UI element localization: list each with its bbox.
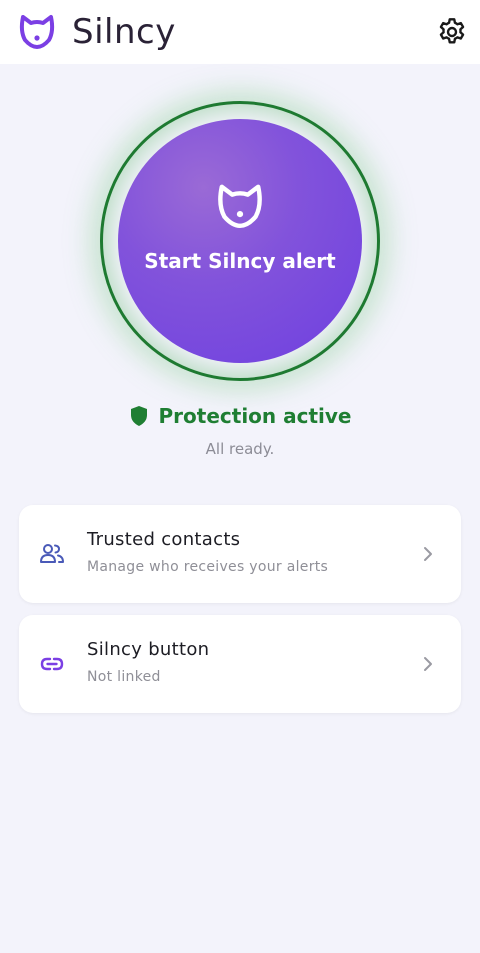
settings-button[interactable] bbox=[436, 16, 468, 48]
start-alert-button[interactable]: Start Silncy alert bbox=[118, 119, 362, 363]
card-title: Trusted contacts bbox=[87, 529, 241, 550]
chevron-right-icon bbox=[424, 547, 432, 561]
gear-icon bbox=[439, 18, 465, 44]
protection-status: Protection active bbox=[0, 404, 480, 434]
card-subtitle: Manage who receives your alerts bbox=[87, 559, 329, 575]
app-title: Silncy bbox=[72, 12, 176, 52]
alert-button-label: Start Silncy alert bbox=[144, 249, 336, 273]
app-header: Silncy bbox=[0, 0, 480, 64]
link-icon bbox=[40, 657, 64, 671]
silncy-cat-icon bbox=[218, 184, 262, 229]
card-subtitle: Not linked bbox=[87, 669, 161, 685]
alert-area: Start Silncy alert bbox=[100, 101, 380, 381]
people-icon bbox=[40, 544, 64, 563]
card-title: Silncy button bbox=[87, 639, 210, 660]
trusted-contacts-card[interactable]: Trusted contacts Manage who receives you… bbox=[19, 505, 461, 603]
silncy-button-card[interactable]: Silncy button Not linked bbox=[19, 615, 461, 713]
chevron-right-icon bbox=[424, 657, 432, 671]
status-title: Protection active bbox=[158, 404, 352, 428]
silncy-logo-icon bbox=[19, 15, 55, 49]
shield-icon bbox=[130, 406, 147, 426]
status-subtitle: All ready. bbox=[205, 440, 275, 458]
